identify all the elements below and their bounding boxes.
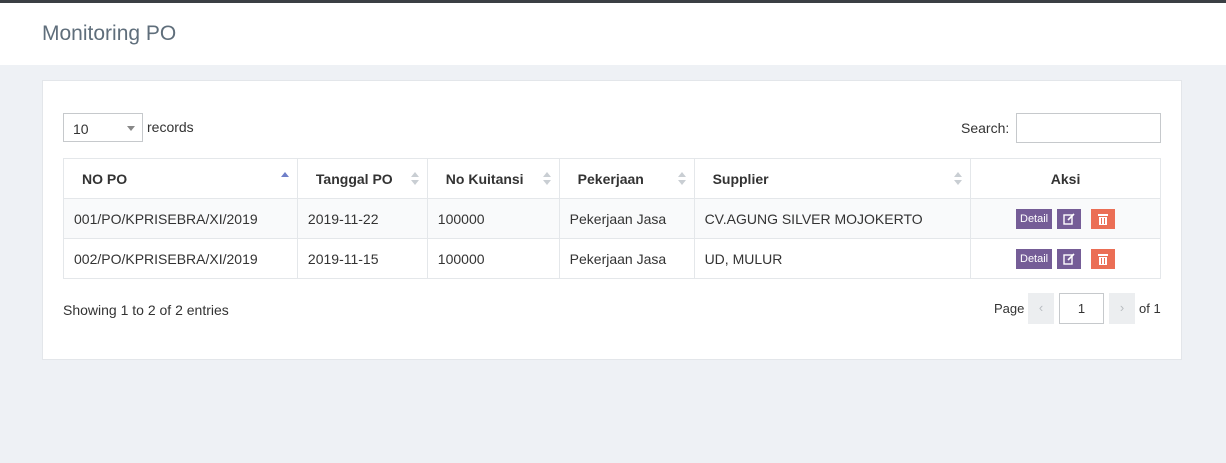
column-header-aksi: Aksi <box>970 158 1161 199</box>
delete-button[interactable] <box>1091 208 1116 229</box>
cell-actions: Detail <box>970 198 1161 239</box>
sort-icon <box>677 172 686 186</box>
page-header: Monitoring PO <box>0 3 1226 65</box>
delete-button[interactable] <box>1091 248 1116 269</box>
cell-tanggal-po: 2019-11-22 <box>296 198 428 239</box>
detail-button[interactable]: Detail <box>1016 248 1053 269</box>
cell-no-po: 002/PO/KPRISEBRA/XI/2019 <box>63 238 298 279</box>
detail-button[interactable]: Detail <box>1016 208 1053 229</box>
column-header-no-kuitansi[interactable]: No Kuitansi <box>426 158 560 199</box>
po-table: NO PO Tanggal PO No Kuitansi Pekerjaan S… <box>63 158 1161 279</box>
previous-page-button[interactable]: ‹ <box>1028 293 1054 324</box>
column-header-pekerjaan[interactable]: Pekerjaan <box>558 158 695 199</box>
edit-button[interactable] <box>1057 248 1082 269</box>
edit-button[interactable] <box>1057 208 1082 229</box>
next-page-button[interactable]: › <box>1109 293 1135 324</box>
sort-icon <box>954 172 963 186</box>
table-header-row: NO PO Tanggal PO No Kuitansi Pekerjaan S… <box>63 158 1161 199</box>
page-title: Monitoring PO <box>42 22 177 45</box>
column-header-tanggal-po[interactable]: Tanggal PO <box>296 158 428 199</box>
cell-supplier: UD, MULUR <box>693 238 972 279</box>
edit-icon <box>1063 252 1075 265</box>
table-row: 002/PO/KPRISEBRA/XI/2019 2019-11-15 1000… <box>63 238 1161 279</box>
cell-no-kuitansi: 100000 <box>426 198 560 239</box>
page-number-input[interactable]: 1 <box>1059 293 1104 324</box>
records-label: records <box>147 119 194 135</box>
page-label: Page <box>994 301 1025 316</box>
cell-pekerjaan: Pekerjaan Jasa <box>558 198 695 239</box>
cell-no-kuitansi: 100000 <box>426 238 560 279</box>
cell-tanggal-po: 2019-11-15 <box>296 238 428 279</box>
search-label: Search: <box>961 120 1010 136</box>
edit-icon <box>1063 212 1075 225</box>
content-panel: 10 records Search: NO PO Tanggal PO No K… <box>42 80 1182 360</box>
trash-icon <box>1098 253 1109 265</box>
records-per-page-select[interactable]: 10 <box>63 113 143 142</box>
chevron-down-icon <box>127 126 135 131</box>
column-header-no-po[interactable]: NO PO <box>63 158 298 199</box>
cell-no-po: 001/PO/KPRISEBRA/XI/2019 <box>63 198 298 239</box>
cell-pekerjaan: Pekerjaan Jasa <box>558 238 695 279</box>
trash-icon <box>1098 213 1109 225</box>
page-count-label: of 1 <box>1139 301 1161 316</box>
cell-supplier: CV.AGUNG SILVER MOJOKERTO <box>693 198 972 239</box>
sort-icon <box>542 172 551 186</box>
search-input[interactable] <box>1016 113 1161 143</box>
cell-actions: Detail <box>970 238 1161 279</box>
table-info: Showing 1 to 2 of 2 entries <box>63 302 229 318</box>
table-row: 001/PO/KPRISEBRA/XI/2019 2019-11-22 1000… <box>63 198 1161 239</box>
sort-icon <box>410 172 419 186</box>
records-per-page-value: 10 <box>73 121 89 137</box>
sort-ascending-icon <box>280 172 289 186</box>
column-header-supplier[interactable]: Supplier <box>693 158 972 199</box>
